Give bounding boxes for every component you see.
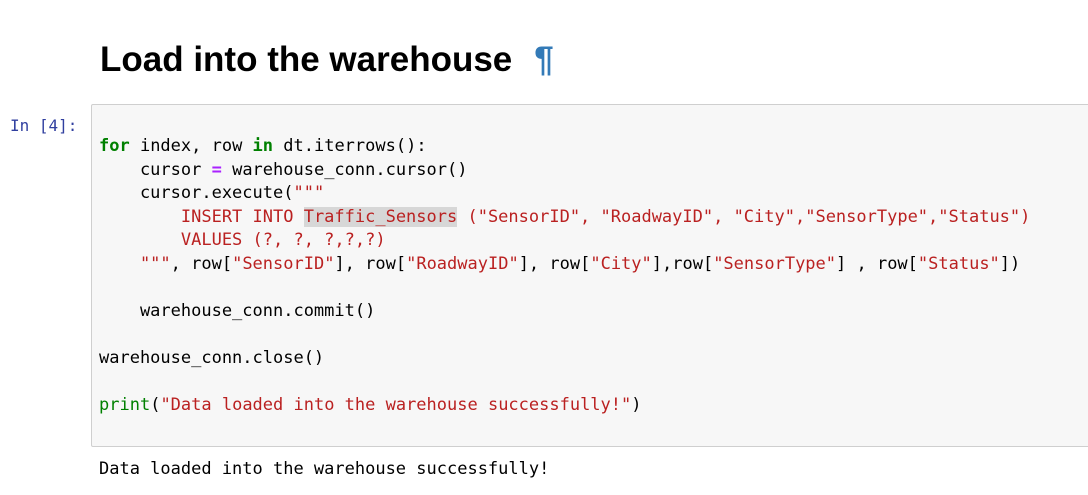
code-string: VALUES (?, ?, ?,?,?)	[99, 230, 386, 250]
code-keyword: for	[99, 136, 130, 156]
code-string: "SensorID"	[232, 253, 335, 274]
code-string: "RoadwayID"	[406, 253, 519, 274]
code-cell-editor[interactable]: for index, row in dt.iterrows(): cursor …	[91, 104, 1088, 447]
code-text: cursor	[99, 159, 212, 180]
code-text: , row[	[170, 253, 233, 274]
code-text: ])	[999, 253, 1021, 274]
code-text: ], row[	[518, 253, 591, 274]
code-line: warehouse_conn.close()	[99, 347, 1030, 371]
code-string: INSERT INTO	[99, 206, 304, 227]
code-string: "City"	[590, 253, 652, 274]
markdown-heading: Load into the warehouse ¶	[100, 38, 554, 82]
code-text: warehouse_conn.cursor()	[221, 159, 468, 180]
code-text: index, row	[129, 136, 253, 156]
code-text: cursor.execute(	[99, 183, 294, 203]
code-block[interactable]: for index, row in dt.iterrows(): cursor …	[99, 135, 1030, 417]
code-line: cursor.execute("""	[99, 182, 1030, 206]
code-line: INSERT INTO Traffic_Sensors ("SensorID",…	[99, 206, 1030, 230]
code-string: "Status"	[917, 253, 1000, 274]
input-prompt: In [4]:	[10, 116, 78, 135]
selected-text-highlight: Traffic_Sensors	[303, 206, 458, 227]
code-line: cursor = warehouse_conn.cursor()	[99, 159, 1030, 183]
cell-output: Data loaded into the warehouse successfu…	[99, 459, 550, 479]
code-builtin: print	[99, 394, 151, 415]
code-string: "SensorType"	[713, 253, 837, 274]
code-line: for index, row in dt.iterrows():	[99, 135, 1030, 159]
code-text: ] , row[	[836, 253, 918, 274]
code-string: """	[293, 183, 325, 203]
code-text: ],row[	[651, 253, 714, 274]
code-keyword: in	[252, 136, 274, 156]
code-text: warehouse_conn.commit()	[99, 300, 376, 321]
code-string: "Data loaded into the warehouse successf…	[160, 394, 632, 415]
code-line: """, row["SensorID"], row["RoadwayID"], …	[99, 253, 1030, 277]
code-line: print("Data loaded into the warehouse su…	[99, 394, 1030, 418]
code-string: ("SensorID", "RoadwayID", "City","Sensor…	[457, 206, 1031, 227]
heading-text: Load into the warehouse	[100, 40, 513, 79]
anchor-link[interactable]: ¶	[534, 40, 553, 79]
code-text: dt.iterrows():	[273, 136, 427, 156]
code-text: ], row[	[334, 253, 407, 274]
code-string: """	[99, 253, 171, 274]
code-text: )	[631, 394, 642, 415]
code-text: (	[150, 394, 161, 415]
code-line: VALUES (?, ?, ?,?,?)	[99, 229, 1030, 253]
code-line: warehouse_conn.commit()	[99, 300, 1030, 324]
code-operator: =	[211, 159, 222, 180]
code-text: warehouse_conn.close()	[99, 347, 325, 368]
